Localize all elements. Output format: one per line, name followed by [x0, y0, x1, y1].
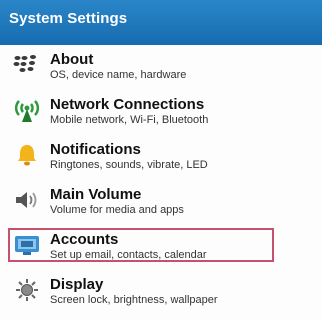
speaker-icon: [13, 187, 41, 213]
settings-item-display[interactable]: Display Screen lock, brightness, wallpap…: [0, 270, 322, 315]
settings-item-subtitle: OS, device name, hardware: [50, 69, 187, 81]
settings-item-network-connections[interactable]: Network Connections Mobile network, Wi-F…: [0, 90, 322, 135]
settings-item-title: Main Volume: [50, 186, 142, 203]
settings-item-subtitle: Mobile network, Wi-Fi, Bluetooth: [50, 114, 209, 126]
settings-screen: System Settings About OS, device name, h…: [0, 0, 322, 320]
settings-item-title: Accounts: [50, 231, 119, 248]
settings-item-subtitle: Set up email, contacts, calendar: [50, 249, 207, 261]
page-title: System Settings: [9, 10, 128, 27]
accounts-monitor-icon: [13, 232, 41, 258]
settings-item-title: Notifications: [50, 141, 141, 158]
settings-list: About OS, device name, hardware Network …: [0, 45, 322, 315]
settings-item-title: Display: [50, 276, 104, 293]
settings-item-about[interactable]: About OS, device name, hardware: [0, 45, 322, 90]
settings-item-subtitle: Screen lock, brightness, wallpaper: [50, 294, 218, 306]
bell-icon: [13, 142, 41, 168]
settings-item-accounts[interactable]: Accounts Set up email, contacts, calenda…: [0, 225, 322, 270]
title-bar: System Settings: [0, 0, 322, 45]
settings-item-title: About: [50, 51, 94, 68]
settings-item-title: Network Connections: [50, 96, 205, 113]
settings-item-subtitle: Volume for media and apps: [50, 204, 184, 216]
blackberry-logo-icon: [13, 52, 41, 78]
settings-item-subtitle: Ringtones, sounds, vibrate, LED: [50, 159, 208, 171]
display-brightness-icon: [13, 277, 41, 303]
settings-item-main-volume[interactable]: Main Volume Volume for media and apps: [0, 180, 322, 225]
network-antenna-icon: [13, 97, 41, 123]
settings-item-notifications[interactable]: Notifications Ringtones, sounds, vibrate…: [0, 135, 322, 180]
